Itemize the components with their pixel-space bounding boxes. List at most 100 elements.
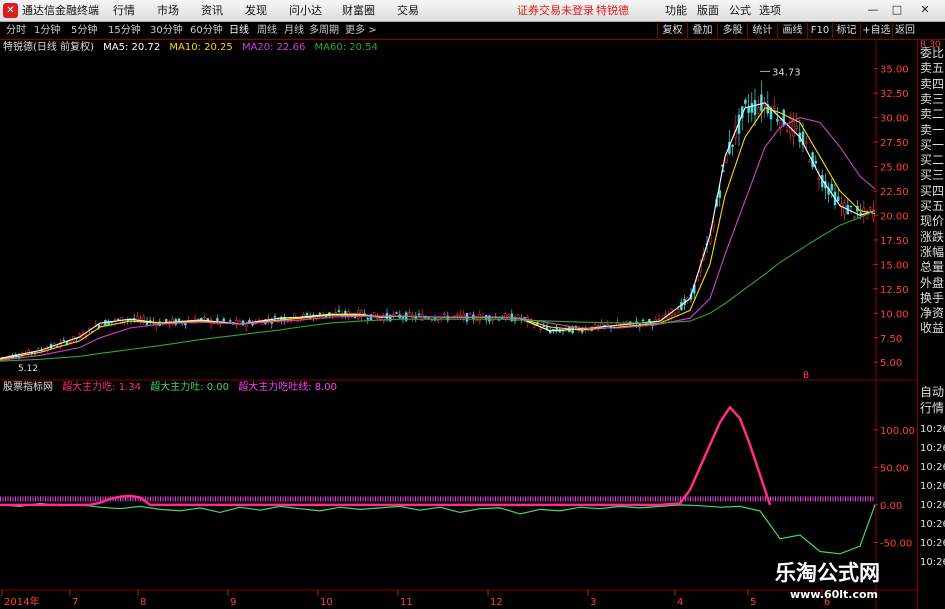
watermark-title: 乐淘公式网 (775, 561, 880, 585)
panel-lower-item-6[interactable]: 10:26 (920, 498, 945, 513)
tool-huaxian[interactable]: 画线 (777, 23, 807, 38)
menu-xuanxiang[interactable]: 选项 (759, 4, 781, 18)
panel-item-0[interactable]: 委比 (920, 46, 945, 61)
menu-caifuquan[interactable]: 财富圈 (342, 4, 375, 18)
panel-item-4[interactable]: 卖二 (920, 107, 945, 122)
panel-item-9[interactable]: 买四 (920, 184, 945, 199)
legend-ma10: MA10: 20.25 (169, 42, 233, 53)
panel-item-7[interactable]: 买二 (920, 153, 945, 168)
panel-item-5[interactable]: 卖一 (920, 123, 945, 138)
candle-body (587, 329, 590, 332)
candle-body (731, 144, 734, 147)
y-tick-label-6: 20.00 (880, 211, 909, 222)
y-tick-label-9: 12.50 (880, 285, 909, 296)
candle-body (177, 318, 181, 322)
tool-fuquan[interactable]: 复权 (657, 23, 687, 38)
candle-body (571, 327, 574, 334)
panel-item-2[interactable]: 卖四 (920, 77, 945, 92)
tool-biaoji[interactable]: 标记 (832, 23, 860, 38)
panel-item-13[interactable]: 涨幅 (920, 245, 945, 260)
tool-zixuan[interactable]: +自选 (860, 23, 892, 38)
stock-name-link[interactable]: 特锐德 (596, 4, 629, 18)
candle-body (718, 190, 722, 198)
kline-chart[interactable]: 35.0032.5030.0027.5025.0022.5020.0017.50… (0, 40, 917, 609)
close-button[interactable]: ✕ (918, 3, 932, 17)
panel-lower-item-2[interactable]: 10:26 (920, 422, 945, 437)
period-5min[interactable]: 5分钟 (71, 24, 97, 37)
y-tick-label-5: 22.50 (880, 187, 909, 198)
candle-body (673, 312, 677, 315)
tool-diejia[interactable]: 叠加 (687, 23, 717, 38)
panel-item-6[interactable]: 买一 (920, 138, 945, 153)
menu-hangqing[interactable]: 行情 (113, 4, 135, 18)
menu-shichang[interactable]: 市场 (157, 4, 179, 18)
maximize-button[interactable]: □ (890, 3, 904, 17)
candle-body (641, 319, 645, 322)
panel-lower-item-0[interactable]: 自动 (920, 385, 945, 400)
panel-item-17[interactable]: 净资 (920, 306, 945, 321)
tool-tongji[interactable]: 统计 (747, 23, 777, 38)
menu-faxian[interactable]: 发现 (245, 4, 267, 18)
panel-lower-item-8[interactable]: 10:26 (920, 536, 945, 551)
candle-body (292, 313, 296, 318)
panel-item-16[interactable]: 换手 (920, 291, 945, 306)
x-tick-label-1: 7 (72, 597, 78, 608)
candle-body (436, 319, 440, 322)
y-tick-label-7: 17.50 (880, 236, 909, 247)
y-tick-label-0: 35.00 (880, 65, 909, 76)
candle-body (504, 313, 507, 320)
candle-body (760, 94, 763, 112)
panel-item-12[interactable]: 涨跌 (920, 230, 945, 245)
tool-duogu[interactable]: 多股 (717, 23, 747, 38)
menu-wenxiaoda[interactable]: 问小达 (289, 4, 322, 18)
indicator-title: 股票指标网 (3, 382, 53, 393)
candle-body (273, 316, 277, 318)
candle-body (750, 103, 754, 113)
candle-body (756, 107, 760, 114)
panel-lower-item-3[interactable]: 10:26 (920, 441, 945, 456)
x-tick-label-9: 5 (750, 597, 756, 608)
period-1min[interactable]: 1分钟 (34, 24, 60, 37)
menu-zixun[interactable]: 资讯 (201, 4, 223, 18)
menu-gongneng[interactable]: 功能 (665, 4, 687, 18)
panel-lower-item-1[interactable]: 行情 (920, 401, 945, 416)
panel-item-11[interactable]: 现价 (920, 214, 945, 229)
candle-body (606, 324, 610, 326)
menu-gongshi[interactable]: 公式 (729, 4, 751, 18)
panel-item-18[interactable]: 收益 (920, 321, 945, 336)
period-more[interactable]: 更多 > (345, 24, 377, 37)
panel-lower-item-7[interactable]: 10:26 (920, 517, 945, 532)
candle-body (747, 106, 750, 113)
ma-line-ma60 (0, 210, 876, 362)
menu-banmian[interactable]: 版面 (697, 4, 719, 18)
panel-item-1[interactable]: 卖五 (920, 61, 945, 76)
menu-jiaoyi[interactable]: 交易 (397, 4, 419, 18)
panel-item-8[interactable]: 买三 (920, 168, 945, 183)
x-tick-label-2: 8 (140, 597, 146, 608)
period-60min[interactable]: 60分钟 (190, 24, 223, 37)
panel-lower-item-9[interactable]: 10:26 (920, 555, 945, 570)
y-tick-label-12: 5.00 (880, 358, 902, 369)
tool-fanhui[interactable]: 返回 (892, 23, 917, 38)
period-month[interactable]: 月线 (284, 24, 304, 37)
period-15min[interactable]: 15分钟 (108, 24, 141, 37)
legend-line: 超大主力吃吐线: 8.00 (238, 382, 338, 393)
candle-body (776, 118, 779, 122)
panel-item-3[interactable]: 卖三 (920, 92, 945, 107)
minimize-button[interactable]: — (866, 3, 880, 17)
period-multi[interactable]: 多周期 (309, 24, 339, 37)
period-toolbar: 分时 1分钟 5分钟 15分钟 30分钟 60分钟 日线 周线 月线 多周期 更… (0, 22, 945, 40)
panel-lower-item-4[interactable]: 10:26 (920, 460, 945, 475)
panel-lower-item-5[interactable]: 10:26 (920, 479, 945, 494)
login-notice[interactable]: 证券交易未登录 (517, 4, 594, 18)
panel-item-14[interactable]: 总量 (920, 260, 945, 275)
period-fenshi[interactable]: 分时 (6, 24, 26, 37)
period-week[interactable]: 周线 (257, 24, 277, 37)
period-30min[interactable]: 30分钟 (150, 24, 183, 37)
period-day[interactable]: 日线 (229, 24, 249, 37)
candle-body (657, 318, 661, 320)
panel-item-10[interactable]: 买五 (920, 199, 945, 214)
y-tick-label-8: 15.00 (880, 260, 909, 271)
tool-f10[interactable]: F10 (807, 23, 832, 38)
panel-item-15[interactable]: 外盘 (920, 276, 945, 291)
